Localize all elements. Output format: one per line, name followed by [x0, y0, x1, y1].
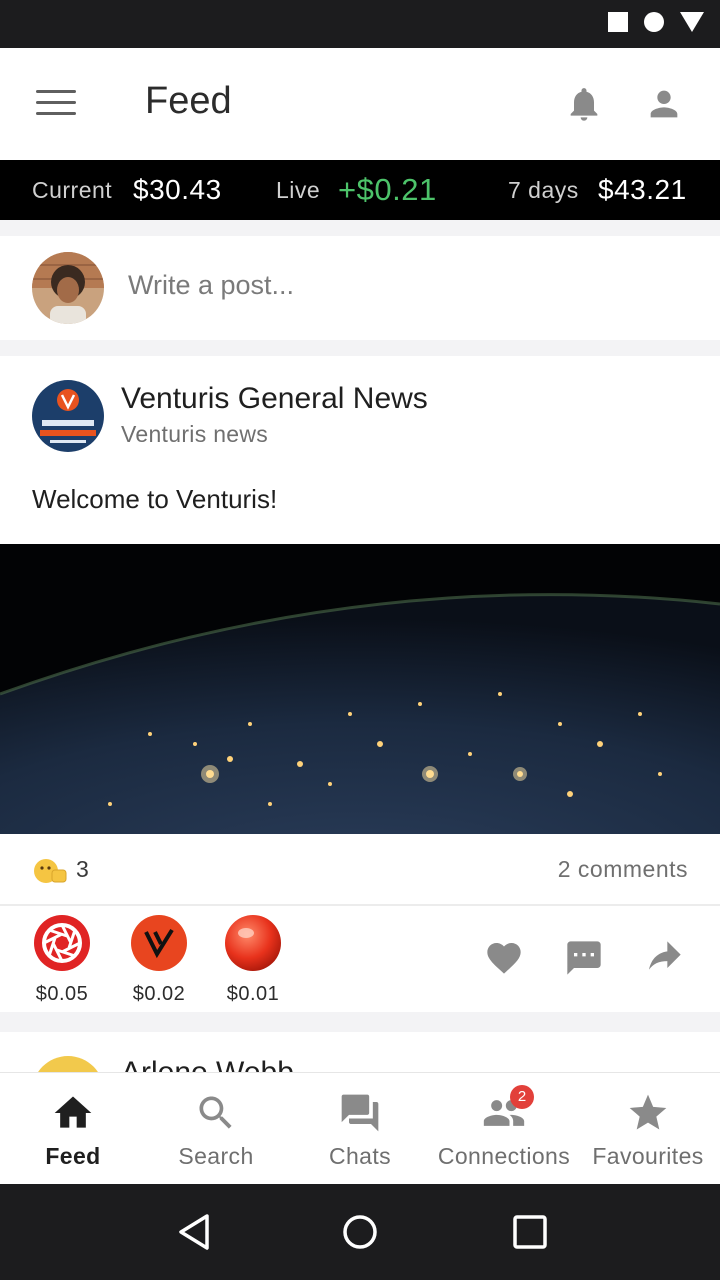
status-bar	[0, 0, 720, 48]
nav-label: Favourites	[592, 1143, 704, 1169]
reactions-row: 3 2 comments	[0, 834, 720, 906]
live-label: Live	[276, 177, 321, 203]
post-author[interactable]: Venturis General News	[121, 382, 428, 416]
comment-icon[interactable]	[564, 938, 604, 978]
square-icon	[608, 12, 628, 32]
tip-coin-3[interactable]: $0.01	[218, 914, 288, 1006]
red-orb-coin-icon	[225, 915, 281, 971]
shutter-coin-icon	[34, 915, 90, 971]
week-label: 7 days	[508, 177, 579, 203]
reaction-count: 3	[76, 856, 89, 882]
bell-icon[interactable]	[564, 84, 604, 124]
tip-value: $0.02	[132, 983, 186, 1005]
recents-icon[interactable]	[510, 1212, 550, 1252]
nav-feed[interactable]: Feed	[1, 1073, 145, 1185]
person-icon[interactable]	[644, 84, 684, 124]
connections-badge: 2	[510, 1085, 534, 1109]
star-icon	[629, 1094, 667, 1130]
balance-ticker: Current $30.43 Live +$0.21 7 days $43.21	[0, 160, 720, 220]
post-composer	[0, 236, 720, 340]
tip-value: $0.05	[35, 983, 89, 1005]
app-bar: Feed	[0, 48, 720, 160]
current-label: Current	[32, 177, 113, 203]
bottom-nav: Feed Search Chats 2 Connections Favourit…	[0, 1072, 720, 1184]
current-value: $30.43	[133, 174, 222, 205]
tip-coin-2[interactable]: $0.02	[124, 914, 194, 1006]
like-heart-icon[interactable]	[484, 938, 524, 978]
search-icon	[199, 1096, 232, 1129]
tip-value: $0.01	[226, 983, 280, 1005]
comments-link[interactable]: 2 comments	[558, 856, 688, 883]
chat-icon	[341, 1094, 379, 1132]
nav-label: Connections	[437, 1143, 571, 1169]
page-title: Feed	[145, 80, 232, 122]
triangle-icon	[680, 12, 704, 32]
author-avatar[interactable]	[32, 380, 104, 452]
nav-search[interactable]: Search	[144, 1073, 288, 1185]
home-button-icon[interactable]	[340, 1212, 380, 1252]
people-icon-wrap: 2	[482, 1085, 534, 1135]
nav-connections[interactable]: 2 Connections	[432, 1073, 576, 1185]
tip-coin-1[interactable]: $0.05	[27, 914, 97, 1006]
post-text: Welcome to Venturis!	[32, 484, 278, 514]
system-nav-bar	[0, 1184, 720, 1280]
post-subtitle: Venturis news	[121, 421, 269, 447]
post-image[interactable]	[0, 544, 720, 834]
nav-label: Chats	[328, 1143, 392, 1169]
nav-label: Search	[178, 1143, 254, 1169]
nav-label: Feed	[45, 1143, 101, 1169]
live-value: +$0.21	[338, 172, 437, 207]
nav-favourites[interactable]: Favourites	[576, 1073, 720, 1185]
circle-icon	[644, 12, 664, 32]
share-icon[interactable]	[644, 938, 684, 978]
nav-chats[interactable]: Chats	[288, 1073, 432, 1185]
thinking-emoji-icon[interactable]	[32, 856, 68, 886]
week-value: $43.21	[598, 174, 687, 205]
user-avatar[interactable]	[32, 252, 104, 324]
post-input[interactable]	[128, 270, 688, 301]
post-card: Venturis General News Venturis news Welc…	[0, 356, 720, 1012]
home-icon	[54, 1096, 92, 1128]
tips-row: $0.05 $0.02 $0.01	[0, 908, 720, 1012]
venturis-coin-icon	[131, 915, 187, 971]
hamburger-icon[interactable]	[36, 90, 76, 118]
back-icon[interactable]	[175, 1212, 215, 1252]
